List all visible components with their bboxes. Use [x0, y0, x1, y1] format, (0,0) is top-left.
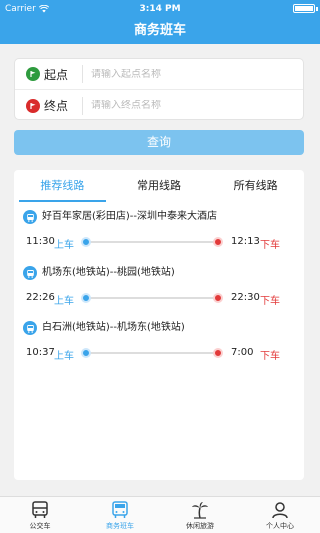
battery-tip [316, 7, 318, 11]
page-title: 商务班车 [0, 17, 320, 44]
tabbar-bus[interactable]: 公交车 [0, 497, 80, 533]
route-track [84, 241, 219, 243]
route-name: 白石洲(地铁站)--机场东(地铁站) [42, 322, 185, 333]
depart-label: 上车 [54, 296, 74, 307]
arrive-label: 下车 [260, 240, 280, 251]
arrive-time: 12:13 [231, 236, 260, 247]
start-dot [81, 237, 91, 247]
tabbar-travel[interactable]: 休闲旅游 [160, 497, 240, 533]
end-dot [213, 348, 223, 358]
start-flag-icon [26, 67, 40, 81]
depart-time: 22:26 [26, 292, 55, 303]
end-row: 终点 [15, 90, 303, 121]
status-bar: Carrier 3:14 PM [0, 0, 320, 17]
route-item[interactable]: 好百年家居(彩田店)--深圳中泰来大酒店 11:30 上车 12:13 下车 [14, 210, 304, 270]
search-card: 起点 终点 [14, 58, 304, 120]
tabbar-label: 公交车 [29, 522, 51, 530]
tabbar-label: 个人中心 [266, 522, 294, 530]
bottom-tab-bar: 公交车 商务班车 休闲旅游 个人中心 [0, 496, 320, 533]
end-label: 终点 [44, 99, 69, 113]
bus-icon [23, 210, 37, 224]
bus-icon [32, 501, 48, 518]
route-name: 机场东(地铁站)--桃园(地铁站) [42, 267, 175, 278]
divider [82, 96, 83, 115]
route-name: 好百年家居(彩田店)--深圳中泰来大酒店 [42, 211, 218, 222]
route-track [84, 352, 219, 354]
person-icon [272, 502, 288, 519]
tabbar-label: 商务班车 [106, 522, 134, 530]
routes-card: 推荐线路 常用线路 所有线路 好百年家居(彩田店)--深圳中泰来大酒店 11:3… [14, 170, 304, 480]
status-time: 3:14 PM [139, 3, 181, 14]
end-flag-icon [26, 98, 40, 113]
tabbar-shuttle[interactable]: 商务班车 [80, 497, 160, 533]
depart-label: 上车 [54, 351, 74, 362]
start-input[interactable] [91, 68, 291, 80]
end-dot [213, 293, 223, 303]
depart-time: 10:37 [26, 347, 55, 358]
tab-frequent[interactable]: 常用线路 [111, 170, 208, 202]
route-item[interactable]: 白石洲(地铁站)--机场东(地铁站) 10:37 上车 7:00 下车 [14, 321, 304, 381]
battery-icon [293, 4, 315, 13]
tab-all[interactable]: 所有线路 [207, 170, 304, 202]
depart-label: 上车 [54, 240, 74, 251]
start-dot [81, 348, 91, 358]
shuttle-bus-icon [112, 501, 128, 518]
palm-tree-icon [192, 502, 208, 519]
arrive-time: 22:30 [231, 292, 260, 303]
divider [82, 65, 83, 83]
arrive-label: 下车 [260, 296, 280, 307]
route-item[interactable]: 机场东(地铁站)--桃园(地铁站) 22:26 上车 22:30 下车 [14, 266, 304, 326]
start-dot [81, 293, 91, 303]
arrive-label: 下车 [260, 351, 280, 362]
end-dot [213, 237, 223, 247]
tabbar-label: 休闲旅游 [186, 522, 214, 530]
query-button[interactable]: 查询 [14, 130, 304, 155]
bus-icon [23, 321, 37, 335]
tab-recommended[interactable]: 推荐线路 [14, 170, 111, 202]
depart-time: 11:30 [26, 236, 55, 247]
tabbar-profile[interactable]: 个人中心 [240, 497, 320, 533]
bus-icon [23, 266, 37, 280]
start-label: 起点 [44, 67, 69, 82]
arrive-time: 7:00 [231, 347, 254, 358]
route-track [84, 297, 219, 299]
route-tabs: 推荐线路 常用线路 所有线路 [14, 170, 304, 202]
end-input[interactable] [91, 100, 291, 111]
start-row: 起点 [15, 59, 303, 90]
